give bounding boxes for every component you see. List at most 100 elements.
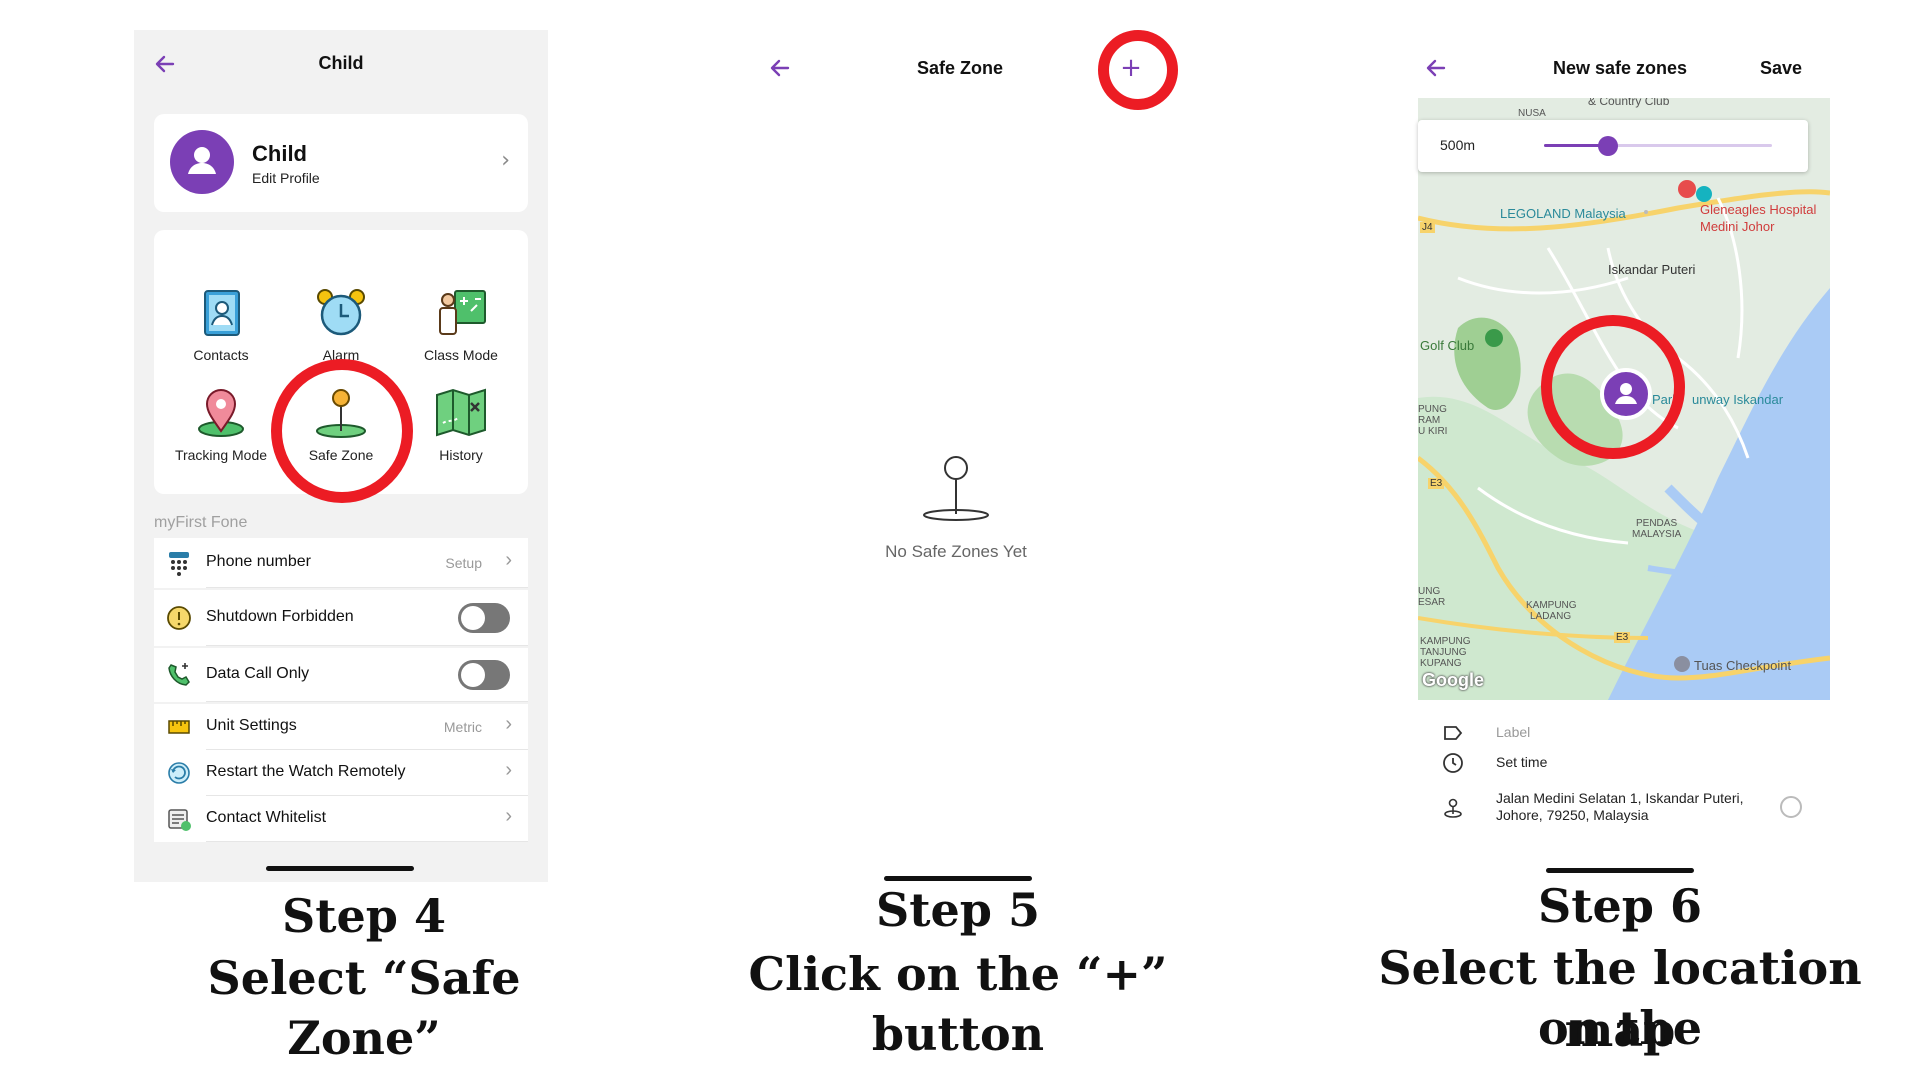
step6-title: Step 6	[1538, 879, 1702, 933]
setting-phone-number[interactable]: Phone number Setup ›	[154, 538, 528, 588]
divider	[206, 701, 528, 702]
address-text: Jalan Medini Selatan 1, Iskandar Puteri,…	[1496, 790, 1743, 824]
road-shield: E3	[1428, 478, 1445, 489]
chevron-right-icon: ›	[505, 713, 512, 735]
chevron-right-icon: ›	[505, 805, 512, 827]
highlight-ring	[1098, 30, 1178, 110]
map-label: Iskandar Puteri	[1608, 262, 1696, 277]
map-label: U KIRI	[1418, 426, 1448, 437]
setting-label: Shutdown Forbidden	[206, 608, 354, 625]
map-label: KUPANG	[1420, 658, 1462, 669]
back-arrow-icon[interactable]	[766, 54, 794, 82]
feature-history[interactable]: History	[401, 385, 521, 463]
divider	[206, 587, 528, 588]
setting-label: Data Call Only	[206, 665, 310, 682]
whitelist-icon	[166, 806, 192, 832]
feature-alarm[interactable]: Alarm	[281, 285, 401, 363]
google-logo: Google	[1422, 670, 1484, 690]
address-radio[interactable]	[1780, 796, 1802, 818]
setting-label: Contact Whitelist	[206, 809, 327, 826]
alarm-clock-icon	[313, 285, 369, 341]
map-label: RAM	[1418, 415, 1441, 426]
map-label: Golf Club	[1420, 338, 1475, 353]
radius-slider-track[interactable]	[1544, 136, 1772, 156]
setting-restart-watch[interactable]: Restart the Watch Remotely ›	[154, 750, 528, 796]
map-label: UNG	[1418, 586, 1441, 597]
restart-icon	[166, 760, 192, 786]
map-label: TANJUNG	[1420, 647, 1467, 658]
setting-label: Phone number	[206, 553, 311, 570]
map-label: KAMPUNG	[1526, 600, 1577, 611]
feature-tracking-mode[interactable]: Tracking Mode	[161, 385, 281, 463]
address-line-1: Jalan Medini Selatan 1, Iskandar Puteri,	[1496, 790, 1744, 806]
step4-title: Step 4	[282, 889, 446, 943]
safe-zone-pin-icon	[920, 454, 992, 526]
feature-label: Tracking Mode	[174, 447, 268, 463]
road-shield: E3	[1614, 632, 1631, 643]
ruler-icon	[166, 714, 192, 740]
map-label: KAMPUNG	[1420, 636, 1471, 647]
contacts-book-icon	[193, 285, 249, 341]
setting-data-call-only: Data Call Only	[154, 648, 528, 702]
radius-slider-thumb[interactable]	[1597, 136, 1618, 156]
phone-call-icon	[166, 662, 192, 688]
feature-label: History	[439, 447, 483, 463]
map-label: Gleneagles Hospital	[1700, 202, 1817, 217]
road-shield: J4	[1420, 222, 1435, 233]
feature-contacts[interactable]: Contacts	[161, 285, 281, 363]
page-title: Child	[318, 53, 364, 73]
page-title: New safe zones	[1552, 58, 1688, 78]
class-mode-teacher-icon	[433, 285, 489, 341]
profile-card[interactable]: Child Edit Profile ›	[154, 114, 528, 212]
setting-value: Metric	[443, 719, 482, 735]
map-label: PUNG	[1418, 404, 1447, 415]
map-label: Medini Johor	[1700, 219, 1775, 234]
edit-profile-link[interactable]: Edit Profile	[252, 170, 320, 186]
tag-icon	[1442, 722, 1464, 744]
map-label: MALAYSIA	[1632, 529, 1682, 540]
setting-unit-settings[interactable]: Unit Settings Metric ›	[154, 704, 528, 750]
map-label: & Country Club	[1588, 98, 1670, 108]
data-call-only-toggle[interactable]	[458, 660, 510, 690]
chevron-right-icon: ›	[505, 549, 512, 571]
feature-class-mode[interactable]: Class Mode	[401, 285, 521, 363]
page-title: Safe Zone	[916, 58, 1004, 78]
highlight-ring	[271, 359, 413, 503]
setting-label: Restart the Watch Remotely	[206, 763, 406, 780]
divider	[206, 645, 528, 646]
divider	[206, 841, 528, 842]
label-field[interactable]: Label	[1438, 720, 1818, 748]
step6-instruction-line2: map	[1564, 1003, 1676, 1057]
map-label: unway Iskandar	[1692, 392, 1784, 407]
setting-contact-whitelist[interactable]: Contact Whitelist ›	[154, 796, 528, 842]
set-time-label: Set time	[1496, 754, 1548, 770]
set-time-field[interactable]: Set time	[1438, 750, 1818, 778]
radius-value: 500m	[1440, 137, 1476, 153]
map-label: LEGOLAND Malaysia	[1500, 206, 1626, 221]
address-row[interactable]: Jalan Medini Selatan 1, Iskandar Puteri,…	[1438, 788, 1818, 828]
save-button[interactable]: Save	[1760, 58, 1802, 79]
feature-label: Class Mode	[424, 347, 498, 363]
highlight-ring	[1541, 315, 1685, 459]
step5-title: Step 5	[876, 883, 1040, 937]
map-label: NUSA	[1518, 108, 1546, 119]
avatar	[170, 130, 234, 194]
history-map-icon	[433, 385, 489, 441]
step5-instruction: Click on the “+” button	[748, 947, 1168, 1061]
chevron-right-icon: ›	[501, 148, 510, 173]
address-line-2: Johore, 79250, Malaysia	[1496, 807, 1649, 823]
map-label: PENDAS	[1636, 518, 1678, 529]
label-placeholder: Label	[1496, 724, 1531, 740]
back-arrow-icon[interactable]	[1422, 54, 1450, 82]
clock-icon	[1442, 752, 1464, 774]
radius-slider-card: 500m	[1418, 120, 1808, 172]
chevron-right-icon: ›	[505, 759, 512, 781]
setting-shutdown-forbidden: Shutdown Forbidden	[154, 590, 528, 646]
shutdown-forbidden-toggle[interactable]	[458, 603, 510, 633]
step4-instruction: Select “Safe Zone”	[207, 951, 521, 1065]
section-header: myFirst Fone	[154, 514, 248, 531]
dialpad-icon	[166, 550, 192, 576]
feature-label: Contacts	[193, 347, 249, 363]
map-label: Tuas Checkpoint	[1694, 658, 1792, 673]
profile-name: Child	[252, 141, 307, 166]
